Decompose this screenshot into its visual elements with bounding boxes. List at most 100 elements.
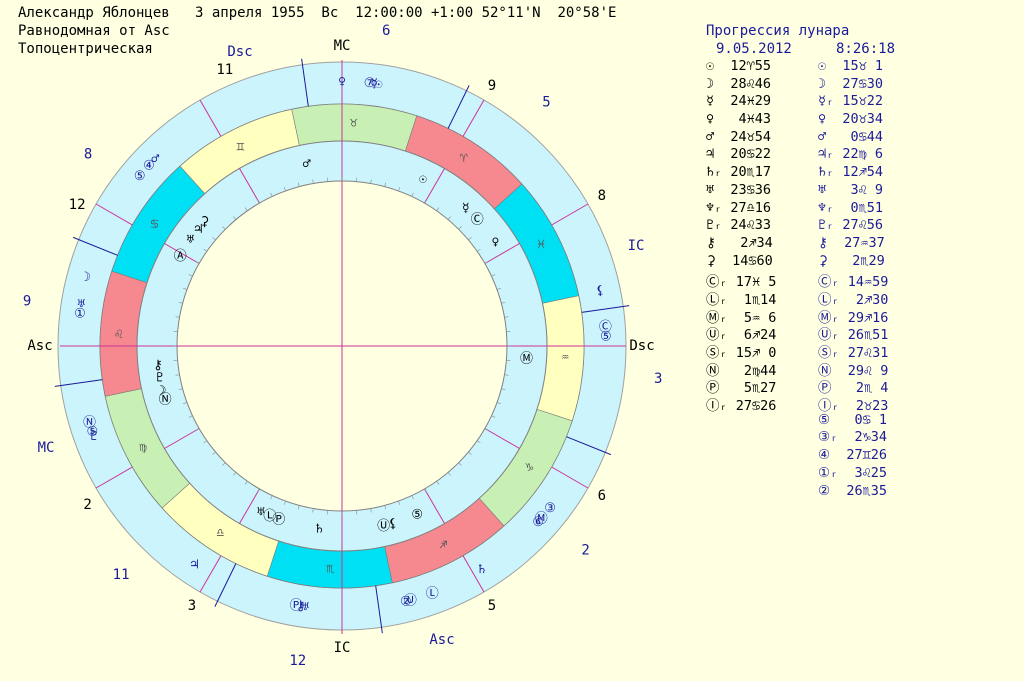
- dsc-label: Dsc: [629, 338, 654, 354]
- zodiac-sign-glyph: ♏: [326, 562, 334, 577]
- progressed-dsc-label: Dsc: [227, 44, 252, 60]
- zodiac-sign-glyph: ♒: [561, 350, 569, 365]
- progressed-planet-glyph: ♅: [77, 297, 85, 312]
- zodiac-sign-glyph: ♊: [237, 139, 245, 154]
- progressed-planet-glyph: ♃: [190, 557, 198, 572]
- progressed-position: ♇ᵣ 27♌56: [818, 217, 884, 234]
- progressed-house-number: 2: [581, 542, 589, 558]
- progressed-position: ⑤ 0♋ 1: [818, 411, 887, 428]
- natal-planet-glyph: ⚷: [153, 358, 163, 373]
- natal-position: ⚷ 2♐34: [706, 234, 773, 251]
- progressed-planet-glyph: ⚸: [595, 284, 605, 299]
- natal-position: ♃ 20♋22: [706, 146, 772, 163]
- progressed-position: ♅ 3♌ 9: [818, 181, 884, 198]
- progressed-planet-glyph: ☽: [83, 270, 91, 285]
- natal-planet-glyph: Ⓜ: [520, 351, 533, 366]
- progressed-position: ② 26♏35: [818, 482, 887, 499]
- natal-position: ☉ 12♈55: [706, 58, 772, 74]
- natal-planet-glyph: ♄: [316, 522, 324, 537]
- natal-house-number: 8: [598, 188, 606, 204]
- natal-house-number: 12: [69, 197, 86, 213]
- progressed-position: ⚷ 27♒37: [818, 234, 885, 251]
- progressed-position: ☽ 27♋30: [818, 75, 884, 92]
- progressed-position: ③ᵣ 2♑34: [818, 429, 887, 446]
- progressed-position: ♃ᵣ 22♍ 6: [818, 146, 884, 163]
- zodiac-sign-glyph: ♓: [537, 237, 545, 252]
- zodiac-sign-glyph: ♑: [526, 460, 534, 475]
- natal-position: ♂ 24♉54: [706, 128, 772, 145]
- progressed-house-number: 6: [382, 23, 390, 39]
- progression-date: 9.05.2012: [716, 41, 792, 57]
- progressed-planet-glyph: ⑤: [600, 329, 612, 344]
- natal-planet-glyph: Ⓤ: [377, 519, 390, 534]
- progressed-position: ①ᵣ 3♌25: [818, 464, 887, 481]
- progressed-position: ☉ 15♉ 1: [818, 58, 884, 74]
- progressed-position: ♄ᵣ 12♐54: [818, 164, 884, 181]
- natal-position: ⚳ 14♋60: [706, 252, 773, 269]
- progressed-planet-glyph: Ⓟ: [290, 598, 303, 613]
- progressed-house-number: 3: [654, 371, 662, 387]
- zodiac-sign-glyph: ♐: [440, 538, 448, 553]
- natal-position: ♀ 4♓43: [706, 111, 772, 128]
- natal-house-number: 9: [488, 78, 496, 94]
- progressed-planet-glyph: ⑥: [532, 515, 544, 530]
- natal-position: ♄ᵣ 20♏17: [706, 164, 772, 181]
- zodiac-sign-glyph: ♍: [139, 440, 147, 455]
- progression-title: Прогрессия лунара: [706, 23, 850, 39]
- progressed-house-number: 8: [84, 147, 92, 163]
- natal-planet-glyph: Ⓒ: [471, 212, 484, 227]
- progressed-planet-glyph: ♀: [338, 75, 346, 90]
- natal-planet-glyph: Ⓛ: [263, 509, 276, 524]
- natal-chart-wheel: ♉ ♈ ♓ ♒ ♑ ♐ ♏ ♎ ♍ ♌ ♋ ♊ MC IC Asc Dsc Dsc IC MC Asc 11 12 2 3 5 6…: [23, 23, 663, 669]
- natal-planet-glyph: ♂: [303, 157, 311, 172]
- progressed-position: ♀ 20♉34: [818, 111, 884, 128]
- natal-position: ♇ᵣ 24♌33: [706, 217, 772, 234]
- zodiac-sign-glyph: ♉: [350, 115, 358, 130]
- progressed-mc-label: MC: [38, 440, 55, 456]
- natal-house-number: 3: [188, 598, 196, 614]
- progressed-planet-glyph: ♂: [151, 152, 159, 167]
- progressed-asc-label: Asc: [429, 632, 454, 648]
- progressed-position: ☿ᵣ 15♉22: [818, 93, 884, 110]
- progressed-planet-glyph: Ⓛ: [426, 587, 439, 602]
- progressed-house-number: 5: [542, 94, 550, 110]
- progressed-house-number: 9: [23, 294, 31, 310]
- mc-label: MC: [334, 38, 351, 54]
- natal-planet-glyph: Ⓐ: [174, 249, 187, 264]
- natal-house-number: 5: [488, 598, 496, 614]
- natal-position: Ⓘᵣ 27♋26: [706, 398, 777, 415]
- natal-planet-glyph: ⑤: [411, 508, 423, 523]
- natal-position: ☿ 24♓29: [706, 93, 772, 110]
- ic-label: IC: [334, 640, 351, 656]
- zodiac-sign-glyph: ♌: [115, 327, 123, 342]
- natal-position: ♆ᵣ 27♎16: [706, 199, 772, 216]
- progressed-planet-glyph: ♄: [478, 562, 486, 577]
- progression-time: 8:26:18: [836, 41, 896, 57]
- natal-planet-glyph: ⚳: [200, 215, 210, 230]
- progressed-planet-glyph: ②: [400, 595, 412, 610]
- progressed-position: ♆ᵣ 0♏51: [818, 199, 884, 216]
- progressed-planet-glyph: ☉: [375, 77, 383, 92]
- natal-planet-glyph: ♅: [187, 232, 195, 247]
- progressed-position: ④ 27♊26: [818, 447, 887, 464]
- zodiac-sign-glyph: ♎: [216, 526, 224, 541]
- progressed-position: ♂ 0♋44: [818, 128, 884, 145]
- progressed-house-number: 11: [113, 567, 130, 583]
- natal-planet-glyph: ♀: [491, 235, 499, 250]
- natal-position: ♅ 23♋36: [706, 181, 772, 198]
- zodiac-sign-glyph: ♈: [460, 151, 468, 166]
- natal-house-number: 2: [83, 497, 91, 513]
- natal-planet-glyph: ☉: [419, 172, 427, 187]
- progressed-ic-label: IC: [628, 238, 645, 254]
- natal-house-number: 6: [598, 488, 606, 504]
- progressed-house-number: 12: [289, 653, 306, 669]
- zodiac-sign-glyph: ♋: [151, 217, 159, 232]
- natal-house-number: 11: [216, 62, 233, 78]
- progressed-planet-glyph: Ⓝ: [83, 416, 96, 431]
- natal-planet-glyph: ♅: [257, 505, 265, 520]
- natal-planet-glyph: ♇: [156, 371, 164, 386]
- asc-label: Asc: [27, 338, 52, 354]
- natal-planet-glyph: ☿: [462, 201, 470, 216]
- natal-position: ☽ 28♌46: [706, 75, 772, 92]
- progressed-position: ⚳ 2♏29: [818, 252, 885, 269]
